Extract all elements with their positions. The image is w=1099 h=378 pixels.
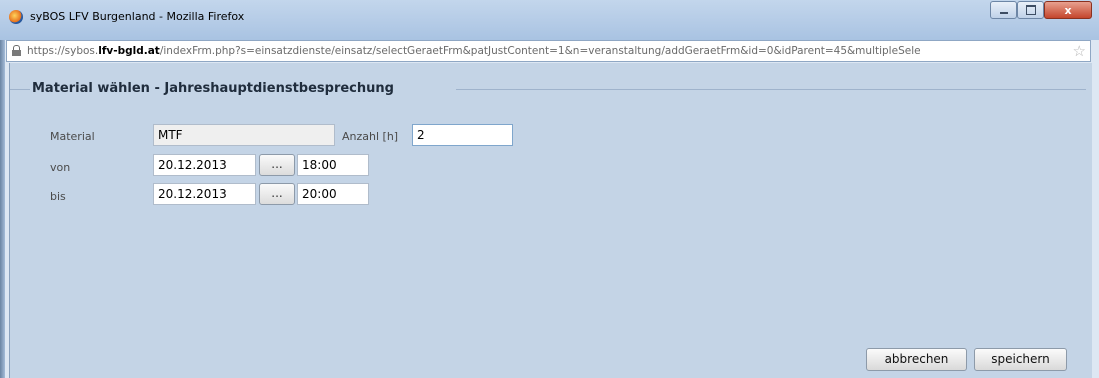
bis-date-picker-button[interactable]: ... (259, 183, 295, 205)
anzahl-label: Anzahl [h] (342, 130, 399, 143)
anzahl-input[interactable]: 2 (412, 124, 513, 146)
window-titlebar: syBOS LFV Burgenland - Mozilla Firefox x (0, 0, 1099, 40)
maximize-icon (1025, 5, 1036, 15)
maximize-button[interactable] (1017, 1, 1044, 19)
bookmark-star-icon[interactable]: ☆ (1073, 42, 1086, 60)
bis-date-input[interactable]: 20.12.2013 (153, 183, 256, 205)
material-label: Material (50, 130, 95, 143)
window-edge (0, 40, 5, 378)
cancel-button[interactable]: abbrechen (866, 348, 967, 371)
firefox-icon (9, 10, 23, 24)
fieldset-border-left (10, 89, 30, 90)
address-bar[interactable]: https://sybos.lfv-bgld.at/indexFrm.php?s… (6, 40, 1091, 62)
bis-label: bis (50, 190, 66, 203)
minimize-button[interactable] (990, 1, 1017, 19)
dialog-title: Material wählen - Jahreshauptdienstbespr… (32, 81, 394, 96)
von-time-input[interactable]: 18:00 (297, 154, 369, 176)
lock-icon (12, 45, 21, 56)
url-domain: lfv-bgld.at (98, 45, 160, 57)
von-date-picker-button[interactable]: ... (259, 154, 295, 176)
material-dialog: Material wählen - Jahreshauptdienstbespr… (9, 63, 1092, 378)
von-label: von (50, 161, 71, 174)
close-icon: x (1064, 3, 1072, 17)
window-title: syBOS LFV Burgenland - Mozilla Firefox (30, 10, 245, 23)
url-text[interactable]: https://sybos.lfv-bgld.at/indexFrm.php?s… (27, 45, 1067, 57)
bis-time-input[interactable]: 20:00 (297, 183, 369, 205)
url-prefix: https://sybos. (27, 45, 99, 57)
save-button[interactable]: speichern (974, 348, 1067, 371)
fieldset-border-right (456, 89, 1086, 90)
minimize-icon (999, 12, 1008, 14)
material-field[interactable]: MTF (153, 124, 335, 146)
von-date-input[interactable]: 20.12.2013 (153, 154, 256, 176)
url-path: /indexFrm.php?s=einsatzdienste/einsatz/s… (159, 45, 921, 57)
close-window-button[interactable]: x (1044, 1, 1092, 19)
